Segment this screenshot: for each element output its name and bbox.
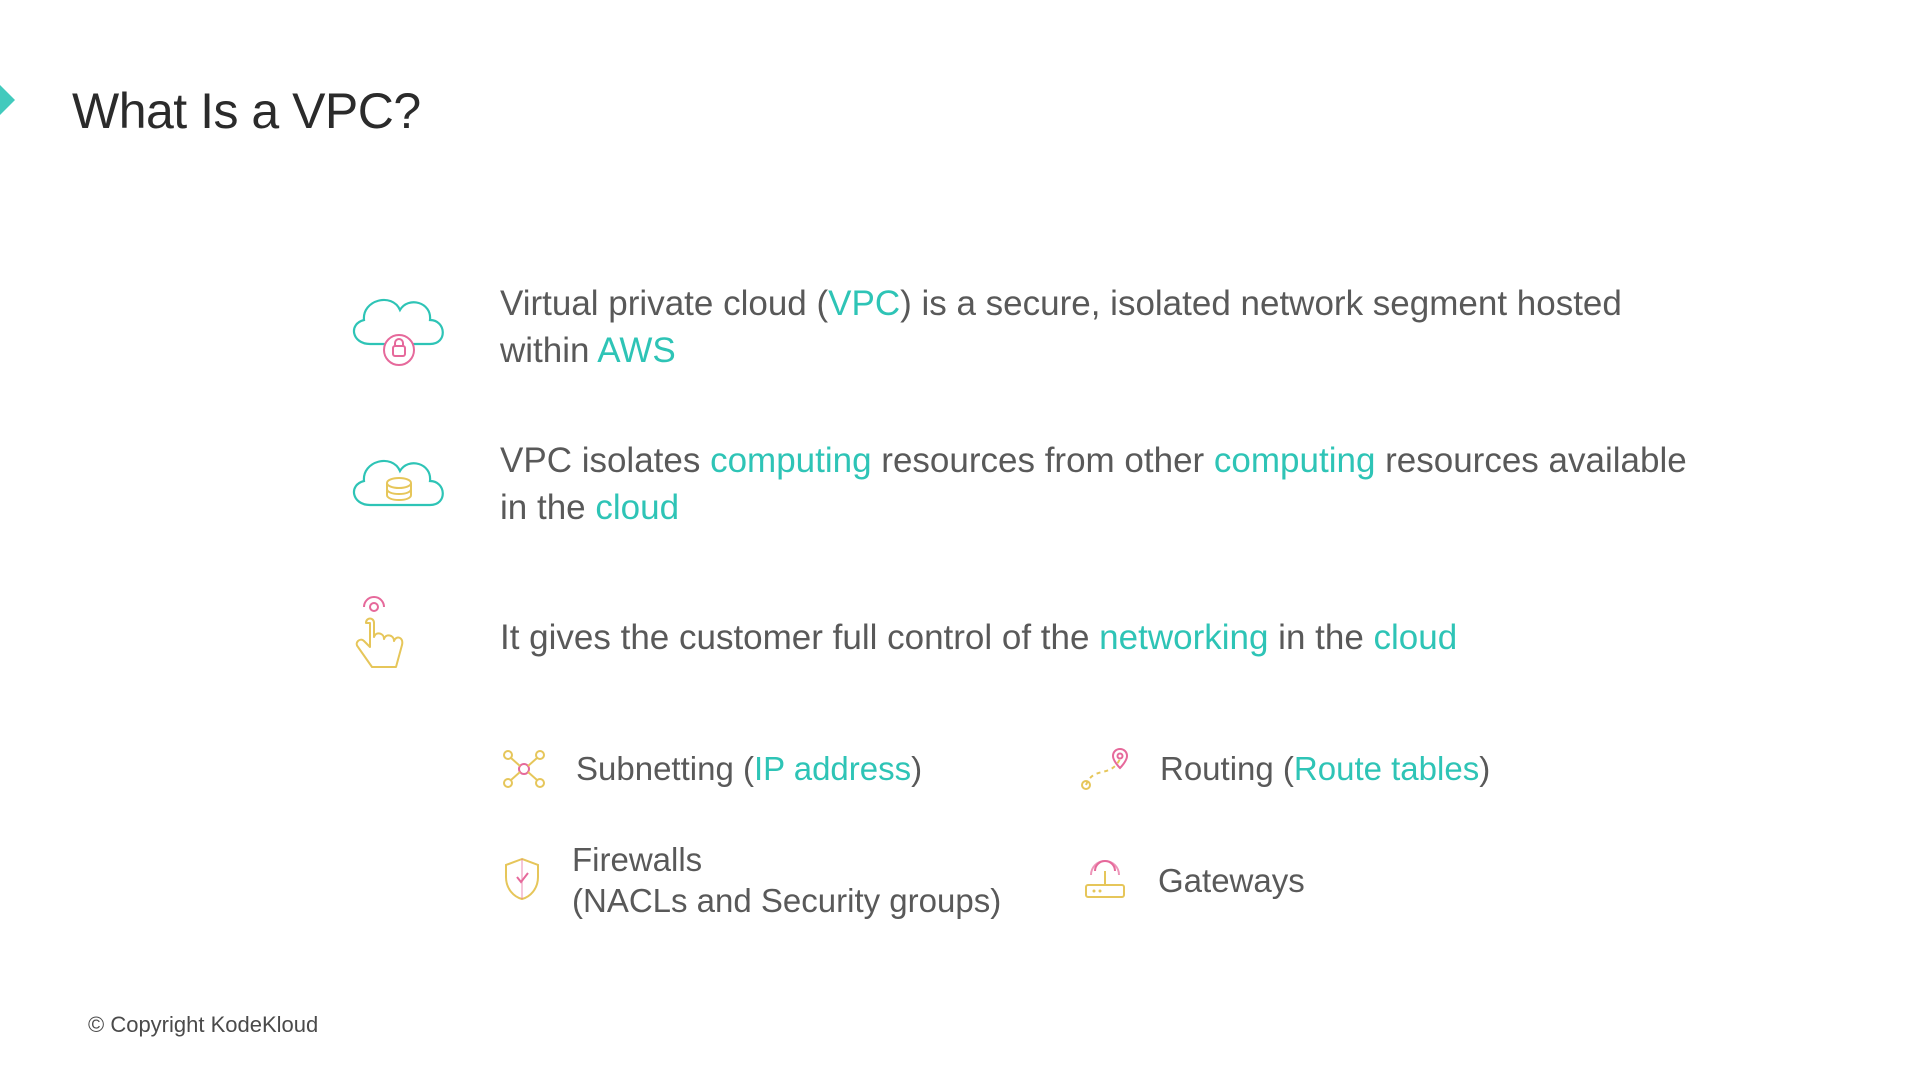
text: Subnetting (	[576, 750, 754, 787]
text: Firewalls	[572, 841, 702, 878]
text: Virtual private cloud (	[500, 284, 828, 323]
sub-grid: Subnetting (IP address) Routing (Route t…	[500, 745, 1720, 922]
sub-item-gateways: Gateways	[1080, 839, 1600, 922]
text: (NACLs and Security groups)	[572, 882, 1001, 919]
sub-item-subnetting: Subnetting (IP address)	[500, 745, 1080, 793]
router-icon	[1080, 857, 1130, 903]
shield-icon	[500, 855, 544, 905]
highlight: Route tables	[1294, 750, 1479, 787]
text: )	[1479, 750, 1490, 787]
bullet-text-2: VPC isolates computing resources from ot…	[500, 437, 1720, 532]
highlight: computing	[1214, 441, 1375, 480]
text: resources from other	[872, 441, 1214, 480]
cloud-database-icon	[340, 447, 458, 521]
copyright-footer: © Copyright KodeKloud	[88, 1012, 318, 1038]
cloud-lock-icon	[340, 282, 458, 372]
text: Routing (	[1160, 750, 1294, 787]
highlight: networking	[1099, 618, 1268, 657]
sub-text: Gateways	[1158, 860, 1305, 901]
text: )	[911, 750, 922, 787]
route-icon	[1080, 745, 1132, 793]
bullet-row-3: It gives the customer full control of th…	[340, 593, 1720, 683]
text: It gives the customer full control of th…	[500, 618, 1099, 657]
highlight: cloud	[595, 488, 679, 527]
highlight: IP address	[754, 750, 911, 787]
tap-hand-icon	[340, 593, 420, 683]
sub-text: Subnetting (IP address)	[576, 748, 922, 789]
chevron-right-icon	[0, 55, 60, 145]
sub-text: Routing (Route tables)	[1160, 748, 1490, 789]
bullet-row-1: Virtual private cloud (VPC) is a secure,…	[340, 280, 1720, 375]
text: in the	[1268, 618, 1373, 657]
page-title: What Is a VPC?	[72, 82, 421, 140]
bullet-text-3: It gives the customer full control of th…	[500, 614, 1457, 661]
sub-item-firewalls: Firewalls (NACLs and Security groups)	[500, 839, 1080, 922]
sub-item-routing: Routing (Route tables)	[1080, 745, 1600, 793]
slide: What Is a VPC? Virtual private cloud (VP…	[0, 0, 1920, 1080]
network-icon	[500, 745, 548, 793]
highlight: AWS	[597, 331, 675, 370]
text: Gateways	[1158, 862, 1305, 899]
highlight: cloud	[1374, 618, 1458, 657]
highlight: VPC	[828, 284, 900, 323]
bullet-text-1: Virtual private cloud (VPC) is a secure,…	[500, 280, 1720, 375]
highlight: computing	[710, 441, 871, 480]
bullet-row-2: VPC isolates computing resources from ot…	[340, 437, 1720, 532]
content-area: Virtual private cloud (VPC) is a secure,…	[340, 280, 1720, 922]
sub-text: Firewalls (NACLs and Security groups)	[572, 839, 1001, 922]
text: VPC isolates	[500, 441, 710, 480]
